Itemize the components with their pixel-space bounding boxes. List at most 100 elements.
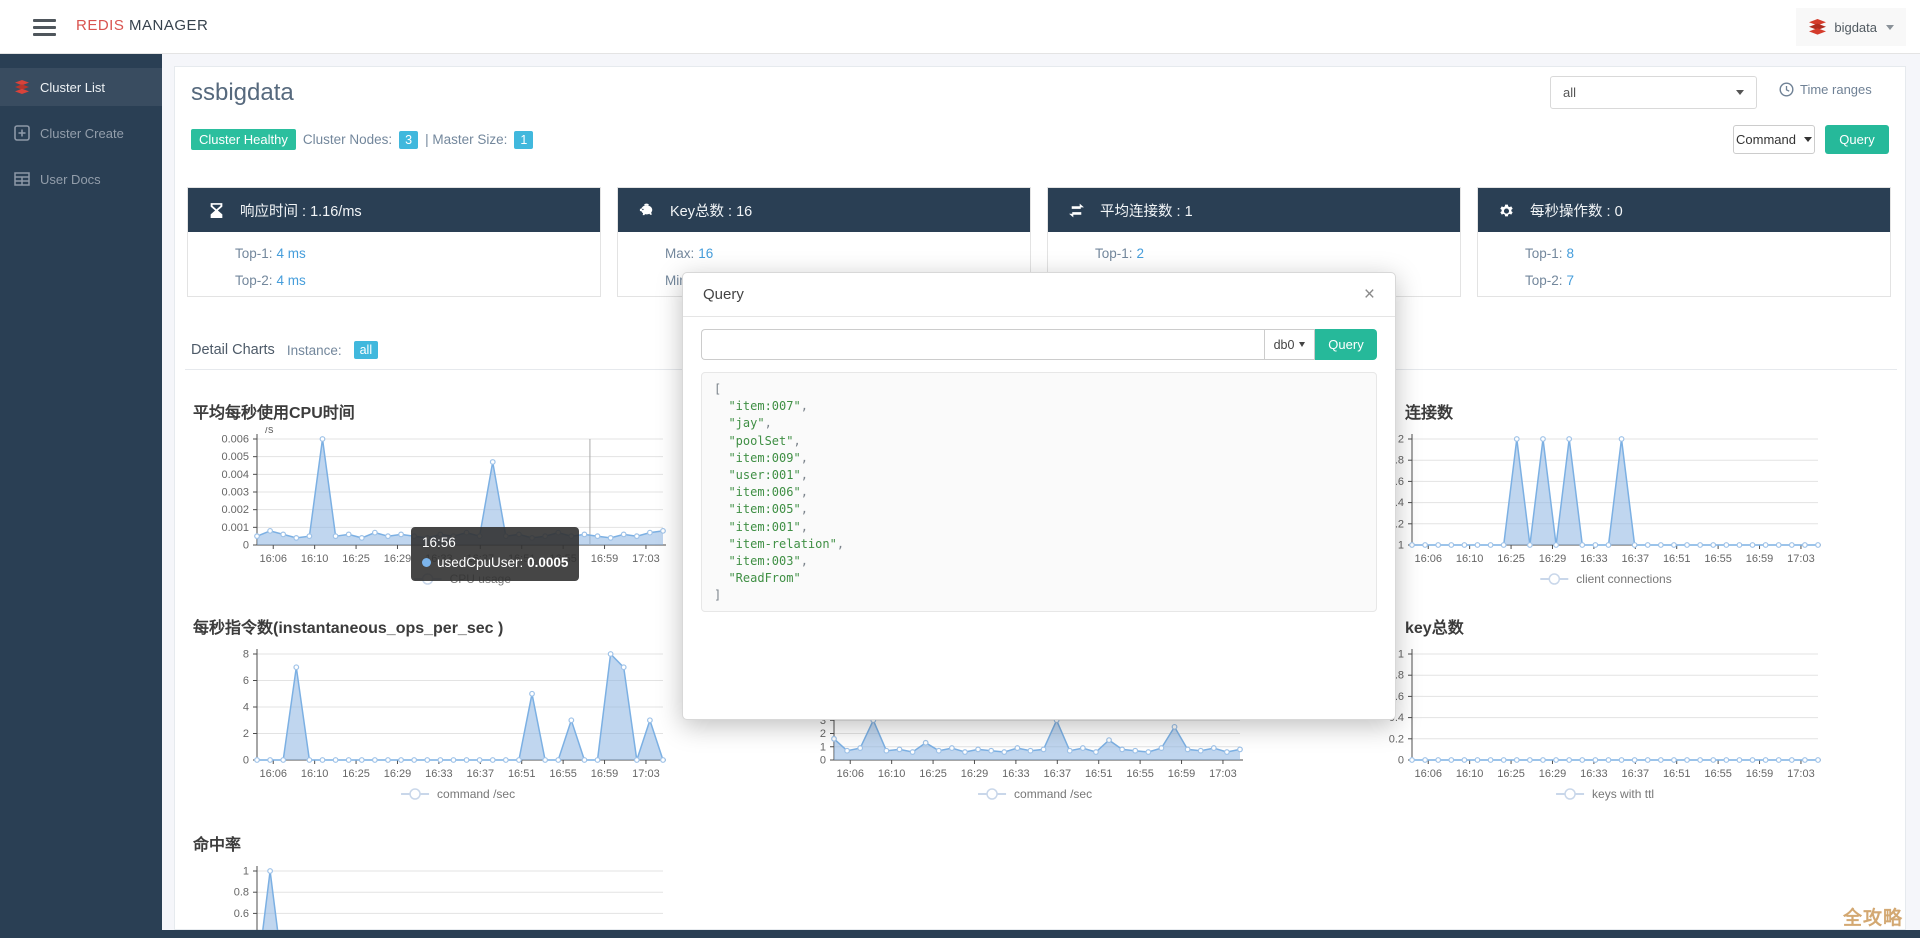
- svg-text:0.005: 0.005: [221, 451, 249, 463]
- svg-text:16:25: 16:25: [1497, 553, 1525, 565]
- tooltip-row: usedCpuUser: 0.0005: [422, 553, 568, 573]
- sidebar-item-user-docs[interactable]: User Docs: [0, 160, 162, 198]
- svg-text:1: 1: [1398, 540, 1404, 552]
- close-icon[interactable]: ×: [1364, 285, 1375, 304]
- command-label: Command: [1736, 132, 1796, 147]
- redis-cluster-icon: [15, 80, 29, 94]
- svg-text:keys with ttl: keys with ttl: [1592, 787, 1654, 801]
- svg-text:16:37: 16:37: [1622, 768, 1650, 780]
- svg-text:16:37: 16:37: [1622, 553, 1650, 565]
- watermark-text: 全攻略: [1843, 908, 1904, 929]
- svg-text:16:06: 16:06: [836, 768, 864, 780]
- svg-text:0.001: 0.001: [221, 522, 249, 534]
- svg-text:4: 4: [243, 702, 249, 714]
- cluster-status-row: Cluster Healthy Cluster Nodes: 3 | Maste…: [191, 129, 534, 150]
- result-line: "jay",: [728, 416, 772, 431]
- page-footer: [162, 930, 1920, 938]
- svg-text:16:10: 16:10: [1456, 553, 1484, 565]
- svg-text:2: 2: [820, 728, 826, 740]
- chevron-down-icon: [1299, 342, 1306, 347]
- db-select[interactable]: db0: [1264, 329, 1315, 360]
- svg-text:16:51: 16:51: [1663, 553, 1691, 565]
- svg-text:0: 0: [243, 540, 249, 552]
- result-line: "poolSet",: [728, 433, 801, 448]
- svg-text:0.002: 0.002: [221, 504, 249, 516]
- stat-label: Top-1:: [1095, 246, 1133, 261]
- svg-text:16:25: 16:25: [919, 768, 947, 780]
- svg-text:1: 1: [820, 741, 826, 753]
- chart-keys-with-ttl[interactable]: key总数 0 0.2 0.4 0.6 0.8 1 16:06 16:10 16:25 16:29…: [1348, 614, 1842, 815]
- svg-text:16:59: 16:59: [1746, 553, 1774, 565]
- svg-text:16:51: 16:51: [1663, 768, 1691, 780]
- tooltip-series: usedCpuUser:: [437, 555, 524, 570]
- chevron-down-icon: [1803, 137, 1812, 142]
- svg-text:16:29: 16:29: [1539, 768, 1567, 780]
- svg-text:0: 0: [243, 755, 249, 767]
- stat-value: 4 ms: [276, 246, 306, 261]
- brand-manager: MANAGER: [129, 17, 209, 34]
- master-count-badge: 1: [514, 130, 534, 149]
- chart-client-connections[interactable]: 连接数 1 1.2 1.4 1.6 1.8 2 16:06 16:10 16:25 16:29 16…: [1348, 399, 1842, 600]
- modal-header: Query ×: [683, 273, 1395, 317]
- menu-toggle-icon[interactable]: [33, 19, 56, 36]
- svg-text:16:55: 16:55: [549, 768, 577, 780]
- sidebar: Cluster List Cluster Create User Docs: [0, 54, 162, 938]
- sidebar-item-cluster-list[interactable]: Cluster List: [0, 68, 162, 106]
- stat-card-title: Key总数 : 16: [670, 203, 753, 220]
- svg-text:0.006: 0.006: [221, 434, 249, 446]
- open-query-button[interactable]: Query: [1825, 125, 1889, 154]
- svg-text:16:51: 16:51: [1085, 768, 1113, 780]
- result-line: ]: [714, 588, 722, 603]
- hourglass-icon: [210, 202, 223, 218]
- modal-query-button[interactable]: Query: [1315, 329, 1377, 360]
- stat-value: 8: [1566, 246, 1575, 261]
- svg-text:2: 2: [1398, 434, 1404, 446]
- stat-card-ops-per-sec: 每秒操作数 : 0 Top-1: 8 Top-2: 7: [1477, 187, 1891, 297]
- time-ranges-button[interactable]: Time ranges: [1779, 82, 1872, 97]
- table-icon: [14, 172, 30, 186]
- svg-text:0.2: 0.2: [1389, 733, 1404, 745]
- user-menu[interactable]: bigdata: [1796, 8, 1906, 46]
- result-line: "item-relation",: [728, 536, 845, 551]
- svg-text:8: 8: [243, 649, 249, 661]
- chart-ops-per-sec[interactable]: 每秒指令数(instantaneous_ops_per_sec ) 0 2 4 6 8 1…: [193, 614, 687, 815]
- nodes-count-badge: 3: [399, 130, 419, 149]
- svg-text:17:03: 17:03: [1787, 553, 1815, 565]
- svg-text:2: 2: [243, 728, 249, 740]
- chart-title: 命中率: [193, 837, 242, 854]
- query-input[interactable]: [701, 329, 1264, 360]
- sidebar-item-label: Cluster Create: [40, 125, 124, 141]
- svg-text:16:33: 16:33: [1002, 768, 1030, 780]
- result-line: [: [714, 382, 722, 396]
- chart-hit-rate[interactable]: 命中率 00.20.40.60.8116:0616:1016:2516:2916…: [193, 831, 687, 938]
- brand-redis: REDIS: [76, 17, 125, 34]
- chart-title: 平均每秒使用CPU时间: [193, 405, 355, 422]
- svg-text:16:10: 16:10: [301, 553, 329, 565]
- svg-text:16:33: 16:33: [1580, 553, 1608, 565]
- query-input-group: db0 Query: [701, 329, 1377, 360]
- svg-text:17:03: 17:03: [632, 768, 660, 780]
- svg-text:0.004: 0.004: [221, 469, 249, 481]
- stat-card-title: 响应时间 : 1.16/ms: [240, 203, 362, 220]
- svg-text:16:29: 16:29: [384, 768, 412, 780]
- svg-text:16:10: 16:10: [301, 768, 329, 780]
- sidebar-item-cluster-create[interactable]: Cluster Create: [0, 114, 162, 152]
- chevron-down-icon: [1736, 90, 1744, 95]
- svg-text:0: 0: [1398, 755, 1404, 767]
- command-dropdown-button[interactable]: Command: [1733, 125, 1815, 154]
- range-select[interactable]: all: [1550, 76, 1757, 109]
- svg-text:16:59: 16:59: [591, 768, 619, 780]
- result-line: "item:007",: [728, 399, 808, 414]
- chart-title: 每秒指令数(instantaneous_ops_per_sec ): [193, 620, 504, 637]
- svg-text:16:10: 16:10: [878, 768, 906, 780]
- query-label: Query: [1839, 132, 1875, 147]
- svg-text:16:33: 16:33: [425, 768, 453, 780]
- result-line: "item:009",: [728, 450, 808, 465]
- chart-tooltip: 16:56 usedCpuUser: 0.0005: [411, 527, 580, 581]
- svg-text:16:37: 16:37: [467, 768, 495, 780]
- svg-text:0: 0: [820, 755, 826, 767]
- time-ranges-label: Time ranges: [1800, 82, 1872, 97]
- tooltip-time: 16:56: [422, 535, 456, 550]
- instance-badge[interactable]: all: [353, 341, 379, 359]
- series-dot-icon: [422, 558, 431, 567]
